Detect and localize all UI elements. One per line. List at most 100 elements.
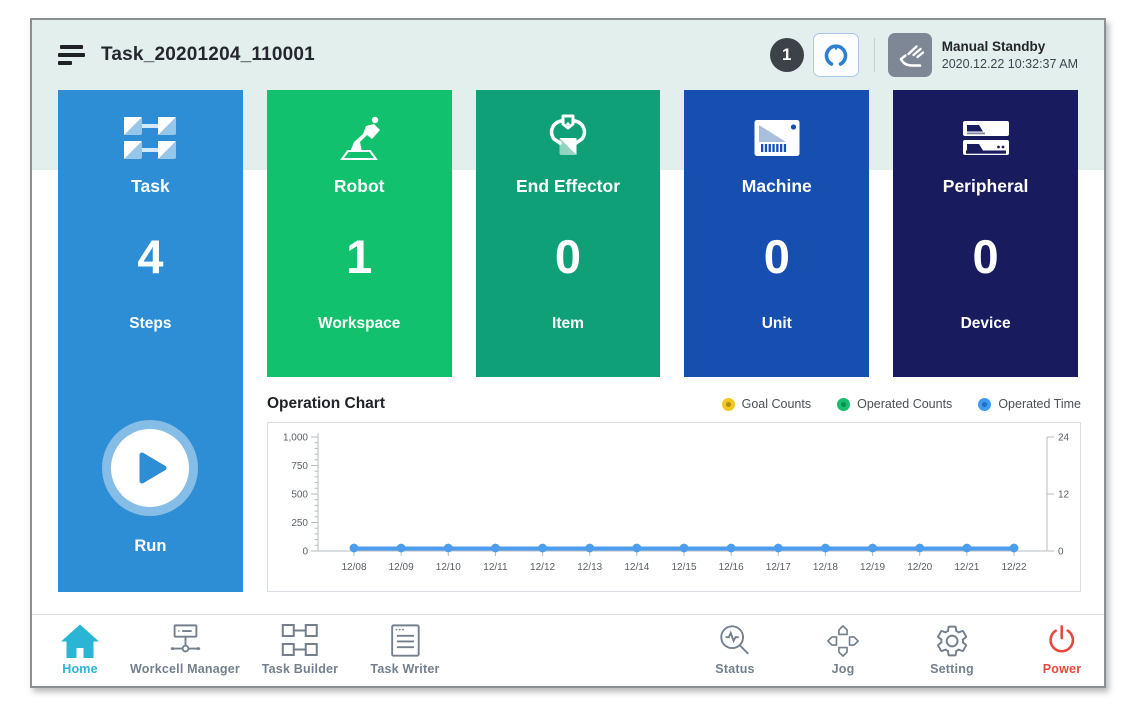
- operation-chart-plot: 0 250 500 750 1,000 0 12 24 12/08 12/09 12/10 12/11…: [267, 422, 1081, 592]
- svg-text:12/12: 12/12: [530, 562, 555, 573]
- card-label: Task: [58, 176, 243, 197]
- nav-item-setting[interactable]: Setting: [930, 623, 974, 676]
- divider: [874, 38, 875, 72]
- card-sublabel: Steps: [58, 315, 243, 333]
- task-builder-icon: [280, 623, 320, 659]
- svg-text:250: 250: [291, 518, 308, 529]
- card-sublabel: Unit: [684, 315, 869, 333]
- chart-header: Operation Chart Goal Counts Operated Cou…: [267, 395, 1081, 413]
- robot-mode-button[interactable]: [813, 33, 859, 77]
- svg-text:12/14: 12/14: [624, 562, 649, 573]
- svg-text:12/15: 12/15: [671, 562, 696, 573]
- top-bar: Task_20201204_110001 1 Manual Standby 20: [32, 20, 1104, 90]
- machine-card[interactable]: Machine 0 Unit: [684, 90, 869, 377]
- goal-counts-dot-icon: [722, 398, 735, 411]
- legend-label: Operated Counts: [857, 397, 952, 411]
- nav-label: Power: [1043, 662, 1082, 676]
- svg-text:12/17: 12/17: [766, 562, 791, 573]
- main-content: Task 4 Steps Run: [32, 90, 1104, 614]
- home-icon: [60, 623, 100, 659]
- workcell-manager-icon: [164, 623, 206, 659]
- svg-text:12/13: 12/13: [577, 562, 602, 573]
- svg-text:24: 24: [1058, 433, 1070, 444]
- svg-text:750: 750: [291, 461, 308, 472]
- nav-item-power[interactable]: Power: [1043, 623, 1082, 676]
- svg-text:12/19: 12/19: [860, 562, 885, 573]
- nav-item-task-writer[interactable]: Task Writer: [370, 623, 439, 676]
- svg-text:12: 12: [1058, 490, 1070, 501]
- operated-counts-dot-icon: [837, 398, 850, 411]
- svg-text:12/21: 12/21: [954, 562, 979, 573]
- status-timestamp: 2020.12.22 10:32:37 AM: [942, 57, 1078, 71]
- app-window: Task_20201204_110001 1 Manual Standby 20: [30, 18, 1106, 688]
- card-sublabel: Item: [476, 315, 661, 333]
- robot-status-text: Manual Standby: [942, 39, 1078, 54]
- task-blocks-icon: [58, 107, 243, 169]
- card-value: 0: [893, 231, 1078, 283]
- nav-item-status[interactable]: Status: [715, 623, 755, 676]
- end-effector-card[interactable]: End Effector 0 Item: [476, 90, 661, 377]
- svg-text:0: 0: [302, 547, 308, 558]
- task-card[interactable]: Task 4 Steps Run: [58, 90, 243, 592]
- robot-status-block: Manual Standby 2020.12.22 10:32:37 AM: [942, 39, 1078, 71]
- machine-icon: [684, 107, 869, 169]
- notification-count-badge: 1: [770, 38, 804, 72]
- top-bar-right: 1 Manual Standby 2020.12.22 10:32:37 AM: [770, 33, 1078, 77]
- run-button-label: Run: [58, 537, 243, 556]
- chart-legend: Goal Counts Operated Counts Operated Tim…: [722, 397, 1081, 411]
- nav-label: Status: [715, 662, 754, 676]
- nav-label: Workcell Manager: [130, 662, 240, 676]
- hand-icon: [895, 41, 925, 69]
- nav-item-workcell-manager[interactable]: Workcell Manager: [130, 623, 240, 676]
- svg-text:0: 0: [1058, 547, 1064, 558]
- legend-label: Operated Time: [998, 397, 1081, 411]
- card-value: 1: [267, 231, 452, 283]
- svg-text:12/18: 12/18: [813, 562, 838, 573]
- svg-text:12/16: 12/16: [719, 562, 744, 573]
- power-icon: [1043, 623, 1081, 659]
- robot-card[interactable]: Robot 1 Workspace: [267, 90, 452, 377]
- run-button[interactable]: [111, 429, 189, 507]
- svg-text:12/11: 12/11: [483, 562, 508, 573]
- svg-text:12/08: 12/08: [341, 562, 366, 573]
- card-value: 4: [58, 231, 243, 283]
- svg-text:12/22: 12/22: [1001, 562, 1026, 573]
- svg-text:1,000: 1,000: [283, 433, 308, 444]
- chart-title: Operation Chart: [267, 395, 385, 413]
- svg-text:12/20: 12/20: [907, 562, 932, 573]
- legend-label: Goal Counts: [742, 397, 811, 411]
- card-sublabel: Workspace: [267, 315, 452, 333]
- task-writer-icon: [386, 623, 424, 659]
- play-icon: [138, 451, 168, 485]
- nav-label: Task Builder: [262, 662, 339, 676]
- nav-label: Jog: [832, 662, 855, 676]
- status-icon: [715, 623, 755, 659]
- peripheral-card[interactable]: Peripheral 0 Device: [893, 90, 1078, 377]
- gear-icon: [933, 623, 971, 659]
- legend-item-goal-counts: Goal Counts: [722, 397, 811, 411]
- nav-label: Home: [62, 662, 98, 676]
- page-title: Task_20201204_110001: [101, 44, 315, 66]
- card-label: Machine: [684, 176, 869, 197]
- gripper-mode-icon: [823, 42, 849, 68]
- jog-dpad-icon: [823, 623, 863, 659]
- svg-text:12/10: 12/10: [436, 562, 461, 573]
- card-label: End Effector: [476, 176, 661, 197]
- operation-chart-svg: 0 250 500 750 1,000 0 12 24 12/08 12/09 12/10 12/11…: [268, 423, 1080, 591]
- nav-item-task-builder[interactable]: Task Builder: [262, 623, 339, 676]
- bottom-nav-bar: Home Workcell Manager Task Builder: [32, 614, 1104, 687]
- menu-icon[interactable]: [58, 45, 85, 65]
- legend-item-operated-time: Operated Time: [978, 397, 1081, 411]
- legend-item-operated-counts: Operated Counts: [837, 397, 952, 411]
- operation-chart-section: Operation Chart Goal Counts Operated Cou…: [267, 395, 1081, 592]
- nav-item-home[interactable]: Home: [60, 623, 100, 676]
- peripheral-device-icon: [893, 107, 1078, 169]
- card-label: Robot: [267, 176, 452, 197]
- svg-text:12/09: 12/09: [389, 562, 414, 573]
- card-label: Peripheral: [893, 176, 1078, 197]
- card-value: 0: [684, 231, 869, 283]
- svg-text:500: 500: [291, 490, 308, 501]
- nav-item-jog[interactable]: Jog: [823, 623, 863, 676]
- card-value: 0: [476, 231, 661, 283]
- nav-label: Task Writer: [370, 662, 439, 676]
